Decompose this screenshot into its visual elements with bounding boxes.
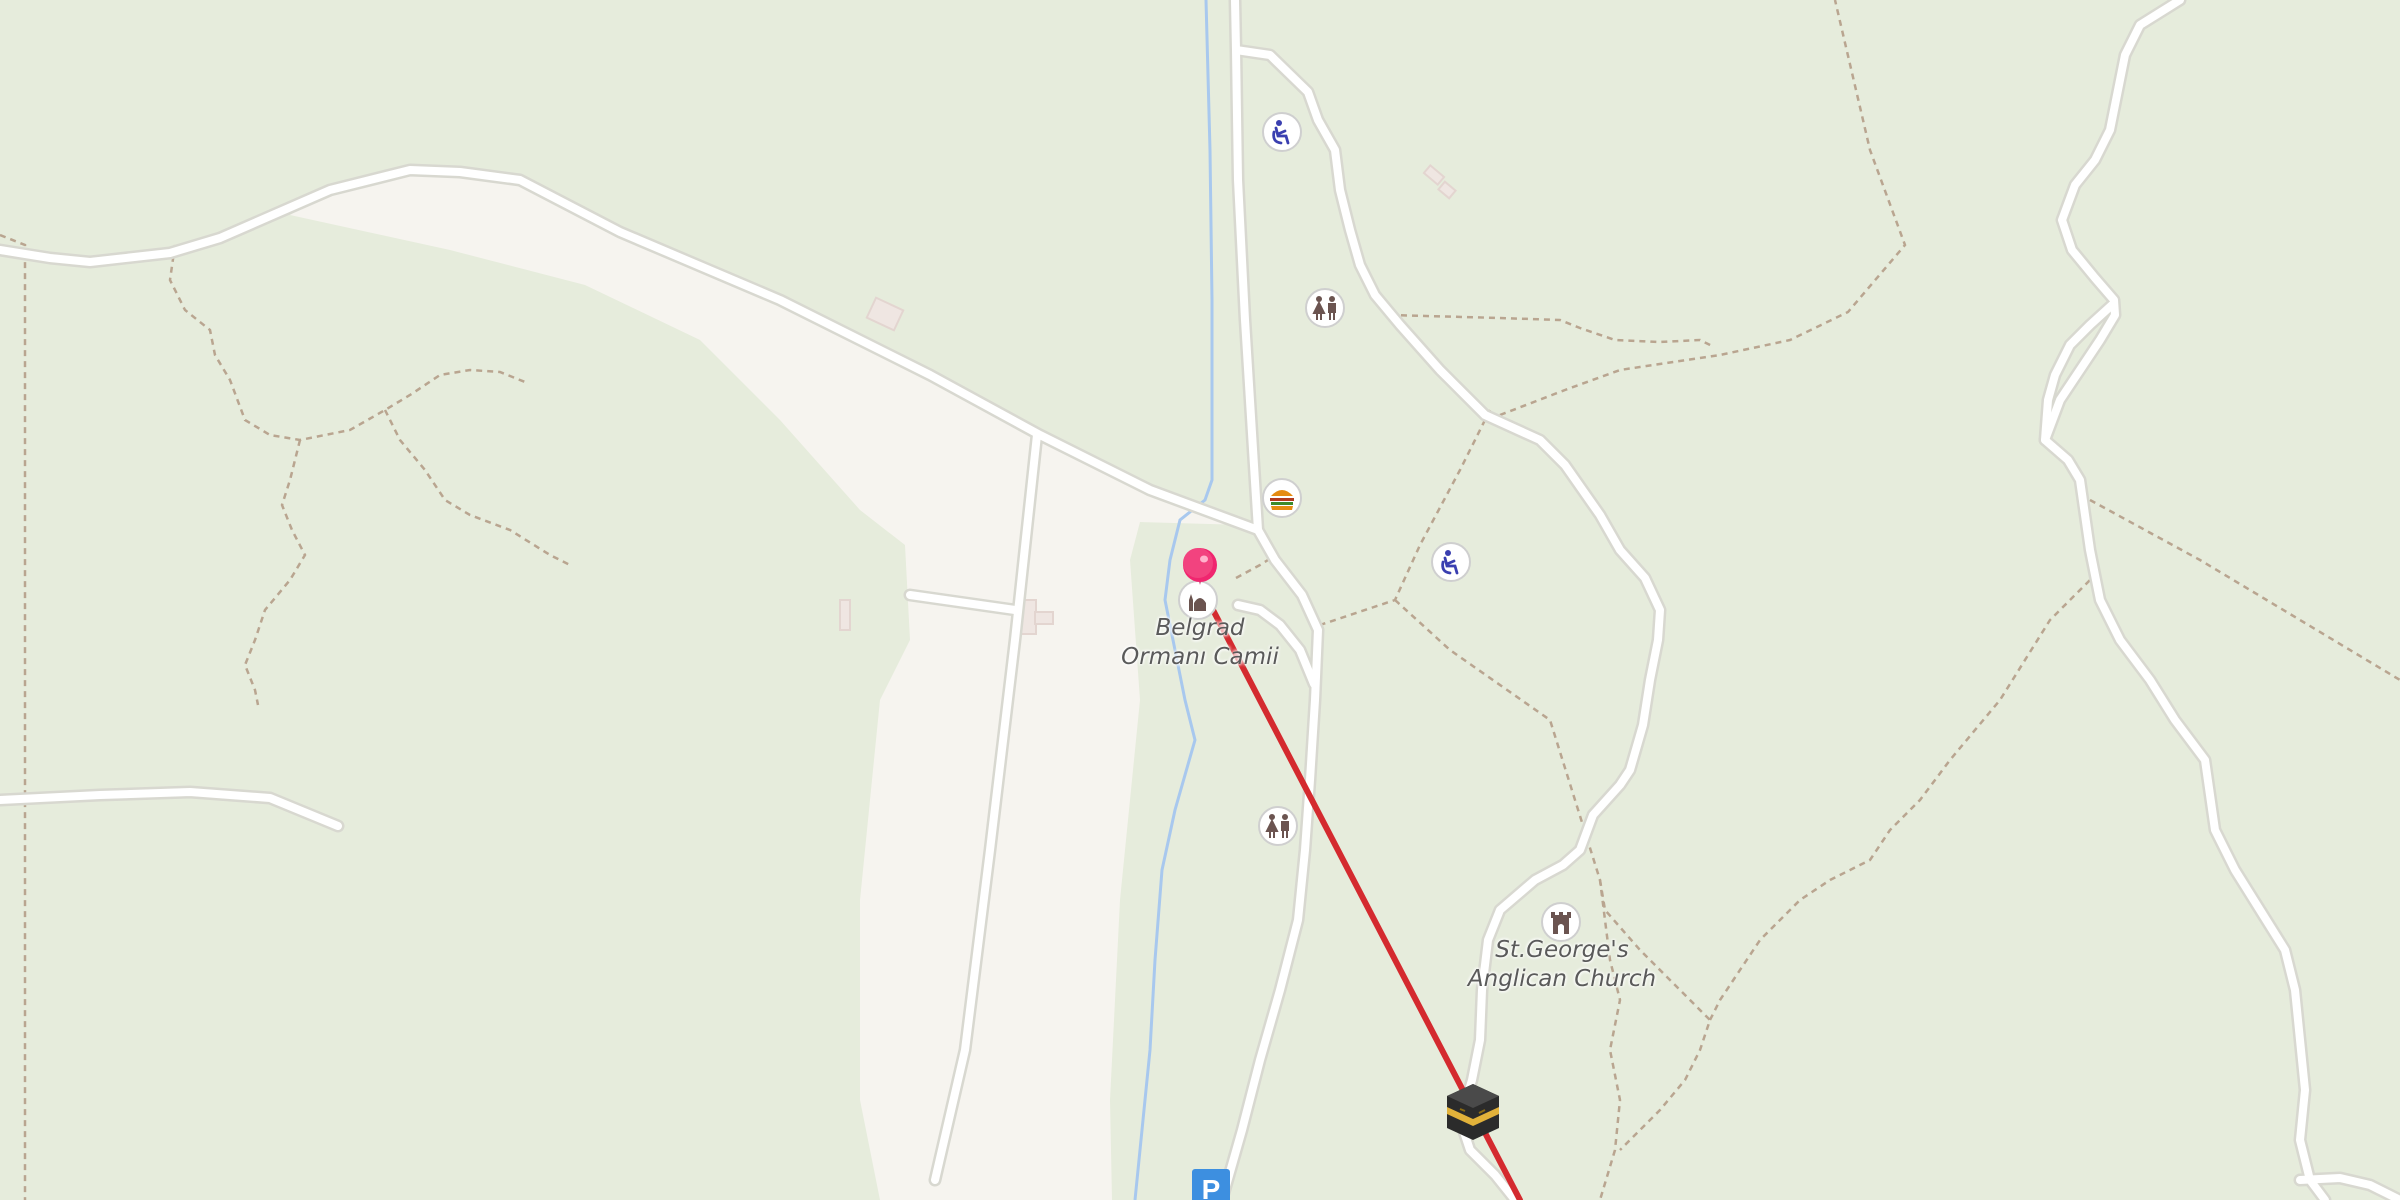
mosque-label: Belgrad Ormanı Camii (1112, 614, 1288, 672)
toilets-icon[interactable] (1305, 288, 1345, 328)
toilets-icon[interactable] (1258, 806, 1298, 846)
church-label: St.George's Anglican Church (1462, 936, 1662, 994)
church-label-line2: Anglican Church (1467, 966, 1657, 992)
church-label-line1: St.George's (1495, 937, 1629, 963)
parking-label: P (1202, 1174, 1221, 1200)
parking-icon[interactable]: P (1192, 1169, 1230, 1200)
building (839, 599, 851, 631)
building (1034, 611, 1054, 625)
map-canvas[interactable]: P (0, 0, 2400, 1200)
fast-food-icon[interactable] (1262, 478, 1302, 518)
mosque-label-line2: Ormanı Camii (1121, 644, 1279, 670)
wheelchair-icon[interactable] (1262, 112, 1302, 152)
mosque-label-line1: Belgrad (1155, 615, 1245, 641)
wheelchair-icon[interactable] (1431, 542, 1471, 582)
kaaba-icon[interactable] (1447, 1084, 1499, 1140)
